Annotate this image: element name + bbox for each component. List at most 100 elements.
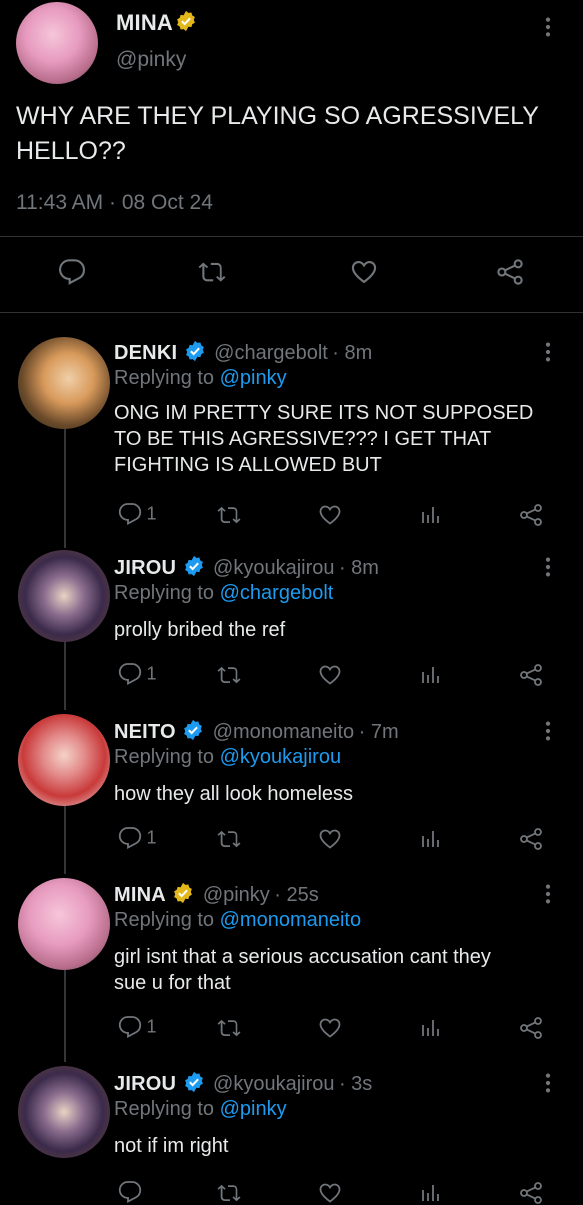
author-name[interactable]: JIROU	[114, 1073, 176, 1095]
retweet-icon[interactable]	[216, 1181, 242, 1205]
like-icon[interactable]	[318, 663, 342, 687]
avatar-denki[interactable]	[18, 337, 110, 429]
reply-text: prolly bribed the ref	[114, 617, 285, 643]
reply-text-line: TO BE THIS AGRESSIVE??? I GET THAT	[114, 428, 492, 450]
author-name[interactable]: MINA	[114, 884, 166, 906]
reply-text: how they all look homeless	[114, 781, 353, 807]
stats-icon[interactable]	[418, 1181, 442, 1205]
more-options-icon[interactable]	[545, 16, 551, 38]
share-icon[interactable]	[519, 503, 543, 527]
replying-label: Replying to	[114, 746, 215, 768]
author-name[interactable]: MINA	[116, 10, 173, 36]
author-name[interactable]: JIROU	[114, 557, 176, 579]
reply-time: · 8m	[338, 557, 379, 579]
reply-icon[interactable]	[118, 1015, 142, 1039]
avatar-mina[interactable]	[18, 878, 110, 970]
verified-blue-icon	[183, 1071, 205, 1098]
reply-header: MINA @pinky · 25s	[114, 882, 319, 909]
replying-to-handle[interactable]: @monomaneito	[220, 909, 361, 931]
retweet-icon[interactable]	[216, 503, 242, 527]
more-options-icon[interactable]	[545, 341, 551, 363]
author-handle[interactable]: @pinky	[203, 884, 270, 906]
stats-icon[interactable]	[418, 663, 442, 687]
reply-text-line: ONG IM PRETTY SURE ITS NOT SUPPOSED	[114, 402, 534, 424]
more-options-icon[interactable]	[545, 556, 551, 578]
retweet-icon[interactable]	[216, 827, 242, 851]
tweet-text-line2: HELLO??	[16, 137, 126, 165]
reply-text-line: sue u for that	[114, 972, 231, 994]
replying-to-handle[interactable]: @kyoukajirou	[220, 746, 341, 768]
reply-action[interactable]: 1	[118, 662, 156, 686]
replying-to-handle[interactable]: @pinky	[220, 1098, 287, 1120]
like-icon[interactable]	[318, 827, 342, 851]
replying-to: Replying to @chargebolt	[114, 582, 333, 605]
verified-blue-icon	[183, 555, 205, 582]
verified-blue-icon	[184, 340, 206, 367]
verified-gold-icon	[175, 10, 197, 37]
author-handle[interactable]: @chargebolt	[214, 342, 328, 364]
more-options-icon[interactable]	[545, 1072, 551, 1094]
retweet-icon[interactable]	[216, 663, 242, 687]
share-icon[interactable]	[519, 1016, 543, 1040]
share-icon[interactable]	[519, 1181, 543, 1205]
more-options-icon[interactable]	[545, 883, 551, 905]
author-handle[interactable]: @kyoukajirou	[213, 557, 334, 579]
reply-time: · 25s	[274, 884, 319, 906]
separator-dot: ·	[109, 191, 117, 214]
author-handle[interactable]: @monomaneito	[213, 721, 354, 743]
stats-icon[interactable]	[418, 827, 442, 851]
author-name[interactable]: NEITO	[114, 721, 176, 743]
reply-text-line: not if im right	[114, 1135, 229, 1157]
like-icon[interactable]	[318, 503, 342, 527]
reply-header: DENKI @chargebolt · 8m	[114, 340, 372, 367]
reply-icon[interactable]	[118, 502, 142, 526]
tweet-date: 08 Oct 24	[121, 191, 213, 214]
reply-text: ONG IM PRETTY SURE ITS NOT SUPPOSED TO B…	[114, 400, 533, 478]
replying-to: Replying to @kyoukajirou	[114, 746, 341, 769]
reply-count: 1	[146, 503, 157, 524]
divider	[0, 236, 583, 237]
avatar-jirou[interactable]	[18, 550, 110, 642]
divider	[0, 312, 583, 313]
retweet-icon[interactable]	[216, 1016, 242, 1040]
reply-text: girl isnt that a serious accusation cant…	[114, 944, 491, 996]
more-options-icon[interactable]	[545, 720, 551, 742]
share-icon[interactable]	[519, 827, 543, 851]
verified-blue-icon	[182, 719, 204, 746]
reply-action[interactable]: 1	[118, 502, 156, 526]
reply-icon[interactable]	[118, 662, 142, 686]
reply-text: not if im right	[114, 1133, 228, 1159]
reply-text-line: FIGHTING IS ALLOWED BUT	[114, 454, 382, 476]
author-name[interactable]: DENKI	[114, 342, 177, 364]
avatar-mina[interactable]	[16, 2, 98, 84]
reply-text-line: girl isnt that a serious accusation cant…	[114, 946, 491, 968]
reply-icon[interactable]	[118, 1180, 142, 1204]
replying-to-handle[interactable]: @pinky	[220, 367, 287, 389]
replying-to-handle[interactable]: @chargebolt	[220, 582, 334, 604]
reply-header: JIROU @kyoukajirou · 3s	[114, 1071, 372, 1098]
reply-count: 1	[146, 1016, 157, 1037]
retweet-icon[interactable]	[197, 258, 227, 286]
reply-time: · 7m	[358, 721, 399, 743]
like-icon[interactable]	[318, 1016, 342, 1040]
avatar-neito[interactable]	[18, 714, 110, 806]
replying-label: Replying to	[114, 367, 215, 389]
reply-action[interactable]: 1	[118, 826, 156, 850]
share-icon[interactable]	[519, 663, 543, 687]
like-icon[interactable]	[350, 258, 378, 286]
author-handle[interactable]: @kyoukajirou	[213, 1073, 334, 1095]
like-icon[interactable]	[318, 1181, 342, 1205]
reply-icon[interactable]	[118, 826, 142, 850]
tweet-time: 11:43 AM	[16, 191, 104, 214]
reply-icon[interactable]	[58, 258, 86, 286]
reply-action[interactable]: 1	[118, 1015, 156, 1039]
thread-line	[64, 422, 66, 548]
avatar-jirou[interactable]	[18, 1066, 110, 1158]
author-handle[interactable]: @pinky	[116, 48, 186, 72]
tweet-timestamp[interactable]: 11:43 AM · 08 Oct 24	[16, 191, 213, 215]
reply-time: · 3s	[338, 1073, 373, 1095]
share-icon[interactable]	[496, 258, 524, 286]
replying-to: Replying to @monomaneito	[114, 909, 361, 932]
stats-icon[interactable]	[418, 503, 442, 527]
stats-icon[interactable]	[418, 1016, 442, 1040]
